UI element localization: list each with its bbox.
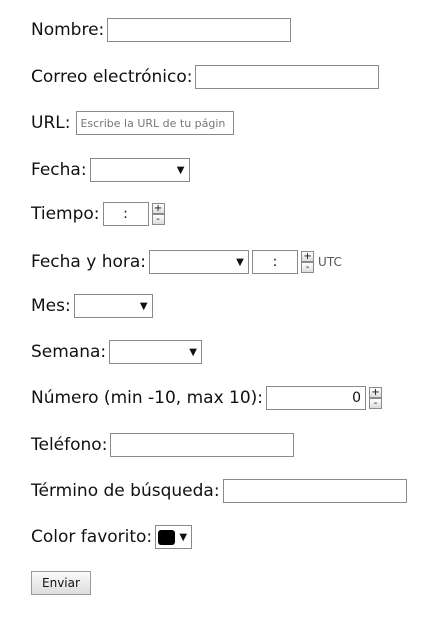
mes-label: Mes: xyxy=(31,296,71,316)
row-color: Color favorito: ▼ xyxy=(31,523,193,551)
minus-icon[interactable]: - xyxy=(369,398,383,409)
nombre-input[interactable] xyxy=(107,18,292,42)
url-input[interactable]: Escribe la URL de tu págin xyxy=(76,111,235,135)
chevron-down-icon[interactable]: ▼ xyxy=(136,295,152,317)
tiempo-stepper[interactable]: + - xyxy=(151,203,165,225)
row-mes: Mes: ▼ xyxy=(31,292,153,320)
row-telefono: Teléfono: xyxy=(31,431,295,459)
row-numero: Número (min -10, max 10): 0 + - xyxy=(31,384,383,412)
timezone-label: UTC xyxy=(318,255,342,269)
numero-label: Número (min -10, max 10): xyxy=(31,388,264,408)
fecha-hora-time-input[interactable]: : xyxy=(252,250,299,274)
minus-icon[interactable]: - xyxy=(301,262,315,273)
tiempo-label: Tiempo: xyxy=(31,204,100,224)
busqueda-label: Término de búsqueda: xyxy=(31,481,220,501)
chevron-down-icon[interactable]: ▼ xyxy=(185,341,201,363)
plus-icon[interactable]: + xyxy=(151,203,165,214)
telefono-input[interactable] xyxy=(110,433,295,457)
semana-select[interactable]: ▼ xyxy=(109,340,203,364)
row-submit: Enviar xyxy=(31,569,91,597)
busqueda-input[interactable] xyxy=(222,479,407,503)
row-nombre: Nombre: xyxy=(31,16,292,44)
chevron-down-icon[interactable]: ▼ xyxy=(232,251,248,273)
semana-label: Semana: xyxy=(31,342,107,362)
url-label: URL: xyxy=(31,113,71,133)
fecha-hora-stepper[interactable]: + - xyxy=(301,251,315,273)
plus-icon[interactable]: + xyxy=(369,387,383,398)
row-fecha-hora: Fecha y hora: ▼ : + - UTC xyxy=(31,248,342,276)
color-picker[interactable]: ▼ xyxy=(155,525,193,549)
nombre-label: Nombre: xyxy=(31,20,105,40)
fecha-select[interactable]: ▼ xyxy=(89,158,190,182)
fecha-hora-label: Fecha y hora: xyxy=(31,252,147,272)
numero-stepper[interactable]: + - xyxy=(369,387,383,409)
correo-label: Correo electrónico: xyxy=(31,67,193,87)
fecha-hora-date-select[interactable]: ▼ xyxy=(149,250,250,274)
correo-input[interactable] xyxy=(195,65,380,89)
row-fecha: Fecha: ▼ xyxy=(31,156,190,184)
row-correo: Correo electrónico: xyxy=(31,63,380,91)
telefono-label: Teléfono: xyxy=(31,435,108,455)
color-label: Color favorito: xyxy=(31,527,153,547)
numero-input[interactable]: 0 xyxy=(266,386,367,410)
chevron-down-icon[interactable]: ▼ xyxy=(173,159,189,181)
plus-icon[interactable]: + xyxy=(301,251,315,262)
row-url: URL: Escribe la URL de tu págin xyxy=(31,109,235,137)
mes-select[interactable]: ▼ xyxy=(73,294,153,318)
row-semana: Semana: ▼ xyxy=(31,338,203,366)
chevron-down-icon[interactable]: ▼ xyxy=(175,532,191,543)
minus-icon[interactable]: - xyxy=(151,214,165,225)
row-tiempo: Tiempo: : + - xyxy=(31,200,165,228)
submit-button[interactable]: Enviar xyxy=(31,571,91,595)
color-swatch[interactable] xyxy=(158,529,176,545)
tiempo-input[interactable]: : xyxy=(102,202,149,226)
row-busqueda: Término de búsqueda: xyxy=(31,477,407,505)
fecha-label: Fecha: xyxy=(31,160,87,180)
